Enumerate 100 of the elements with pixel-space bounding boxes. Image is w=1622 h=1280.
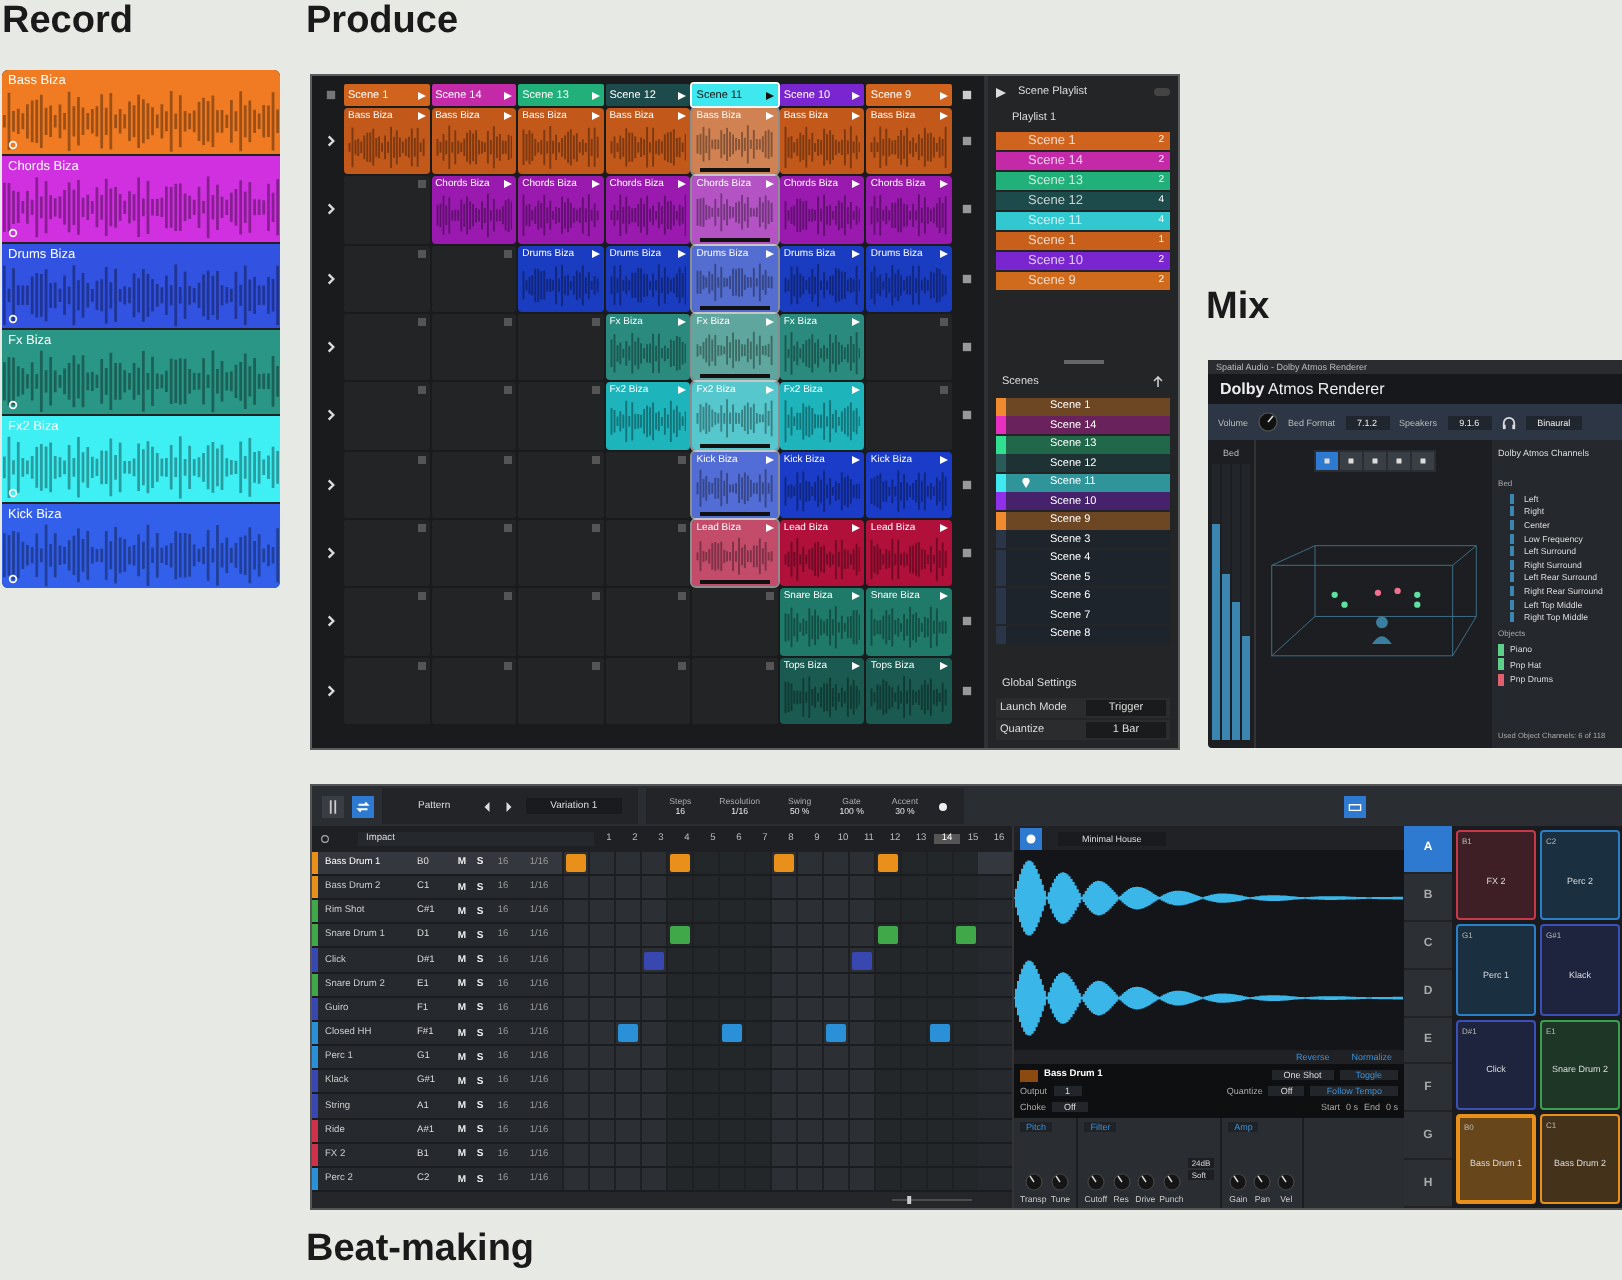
zoom-slider[interactable] <box>892 1196 972 1205</box>
waveform-drawing <box>696 533 774 579</box>
play-icon <box>591 180 600 189</box>
step-cell[interactable] <box>561 875 587 899</box>
stop-icon[interactable] <box>961 479 971 490</box>
progress-bar <box>700 374 770 379</box>
waveform-drawing <box>696 259 774 304</box>
knob[interactable] <box>1228 1172 1249 1192</box>
stop-icon[interactable] <box>961 342 971 353</box>
knob[interactable] <box>1050 1172 1071 1192</box>
stop-icon <box>417 592 426 601</box>
waveform-drawing <box>783 259 861 310</box>
chevron-right-icon[interactable] <box>323 340 337 355</box>
play-icon <box>504 180 513 189</box>
step-cell[interactable] <box>691 851 717 874</box>
waveform-drawing <box>783 533 861 585</box>
step-cell[interactable] <box>561 851 587 874</box>
waveform-drawing <box>609 327 687 379</box>
view-button[interactable] <box>1363 452 1386 470</box>
stop-icon[interactable] <box>961 90 971 100</box>
play-icon <box>852 317 861 326</box>
view-icon[interactable] <box>1020 827 1042 849</box>
menu-icon[interactable] <box>322 795 344 817</box>
step-cell[interactable] <box>795 851 821 874</box>
knob[interactable] <box>1252 1172 1273 1192</box>
loop-icon <box>8 573 18 584</box>
view-icon <box>1417 456 1428 466</box>
chevron-right-icon[interactable] <box>323 134 337 149</box>
stop-icon <box>417 386 426 395</box>
waveform-drawing <box>783 671 861 722</box>
step-cell[interactable] <box>665 851 691 874</box>
waveform-drawing <box>435 190 513 242</box>
stop-icon <box>765 661 774 670</box>
progress-bar <box>700 580 770 585</box>
arrow-up-icon[interactable] <box>1152 375 1164 387</box>
play-icon <box>591 112 600 120</box>
loop-icon[interactable] <box>352 795 374 817</box>
view-button[interactable] <box>1315 452 1338 470</box>
step-cell[interactable] <box>873 851 899 874</box>
loop-icon <box>8 313 18 324</box>
progress-bar <box>700 168 770 173</box>
previous-icon[interactable] <box>482 801 493 811</box>
knob[interactable] <box>1085 1172 1106 1192</box>
next-icon[interactable] <box>504 801 515 811</box>
knob[interactable] <box>1135 1172 1156 1192</box>
volume-knob[interactable] <box>1258 412 1279 432</box>
play-icon <box>765 91 774 99</box>
stop-icon[interactable] <box>961 273 971 284</box>
chevron-right-icon[interactable] <box>323 683 337 698</box>
knob[interactable] <box>1023 1172 1044 1192</box>
play-icon <box>417 112 426 120</box>
chevron-right-icon[interactable] <box>323 408 337 423</box>
play-icon <box>852 661 861 670</box>
stop-icon <box>417 455 426 464</box>
view-button[interactable] <box>1411 452 1434 470</box>
stop-icon[interactable] <box>961 685 971 696</box>
step-cell[interactable] <box>873 924 899 947</box>
step-cell[interactable] <box>951 851 977 874</box>
step-cell[interactable] <box>847 948 873 972</box>
play-icon <box>852 180 861 189</box>
step-cell[interactable] <box>951 924 977 947</box>
grid-icon[interactable] <box>325 90 335 100</box>
step-cell[interactable] <box>665 924 691 947</box>
play-icon <box>678 180 687 189</box>
headphones-icon <box>1501 415 1516 429</box>
stop-icon <box>417 661 426 670</box>
waveform-drawing <box>522 122 600 173</box>
waveform-drawing <box>870 465 948 516</box>
chevron-right-icon[interactable] <box>323 477 337 492</box>
settings-icon[interactable] <box>320 833 330 844</box>
waveform-drawing <box>522 190 600 242</box>
step-cell[interactable] <box>769 851 795 874</box>
view-icon <box>1321 456 1332 466</box>
step-cell[interactable] <box>899 851 925 874</box>
stop-icon[interactable] <box>961 616 971 627</box>
stop-icon[interactable] <box>961 136 971 147</box>
chevron-right-icon[interactable] <box>323 271 337 286</box>
stop-icon <box>591 523 600 532</box>
play-icon <box>765 317 774 326</box>
knob[interactable] <box>1276 1172 1297 1192</box>
stop-icon[interactable] <box>961 410 971 421</box>
knob[interactable] <box>1111 1172 1132 1192</box>
play-icon <box>591 249 600 258</box>
step-cell[interactable] <box>639 948 665 972</box>
chevron-right-icon[interactable] <box>323 614 337 629</box>
play-icon <box>940 661 948 670</box>
stop-icon <box>591 386 600 395</box>
stop-icon[interactable] <box>961 204 971 215</box>
stop-icon <box>417 180 426 189</box>
knob[interactable] <box>1161 1172 1182 1192</box>
view-button[interactable] <box>1339 452 1362 470</box>
record-icon[interactable] <box>938 801 949 811</box>
step-cell[interactable] <box>587 851 613 874</box>
view-button[interactable] <box>1387 452 1410 470</box>
toggle-icon[interactable] <box>1154 88 1170 96</box>
chevron-right-icon[interactable] <box>323 546 337 561</box>
play-icon[interactable] <box>996 87 1006 97</box>
chevron-right-icon[interactable] <box>323 202 337 217</box>
stop-icon[interactable] <box>961 548 971 559</box>
waveform-drawing <box>348 122 426 173</box>
